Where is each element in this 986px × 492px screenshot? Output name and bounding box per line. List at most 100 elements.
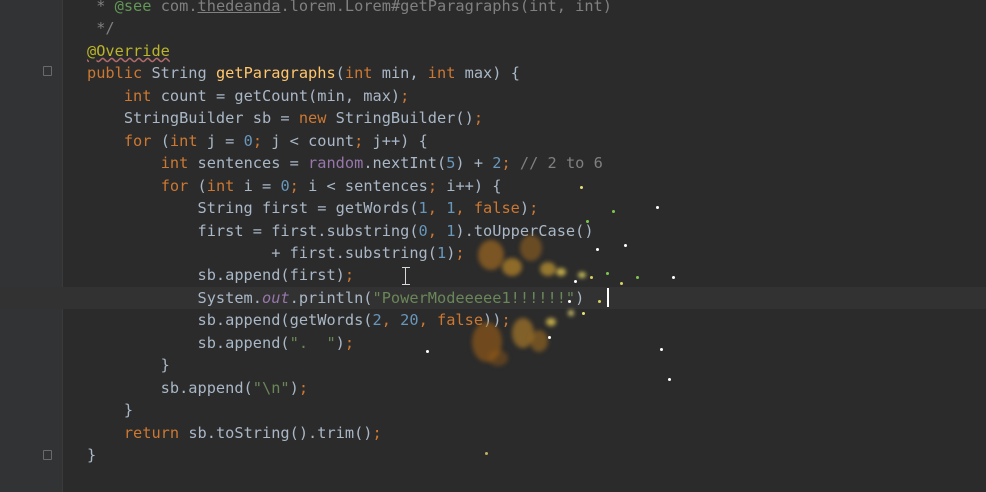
code-token: ;	[473, 109, 484, 128]
code-token: out	[261, 288, 290, 307]
code-line[interactable]: for (int j = 0; j < count; j++) {	[0, 130, 986, 152]
code-token: i =	[243, 176, 281, 195]
code-line[interactable]: @Override	[0, 40, 986, 62]
code-token: ;	[289, 176, 309, 195]
code-line[interactable]: */	[0, 17, 986, 39]
code-token: random	[308, 154, 364, 173]
code-token: .nextInt(	[363, 154, 447, 173]
code-line[interactable]: * @see com.thedeanda.lorem.Lorem#getPara…	[0, 0, 986, 17]
code-token: ;	[372, 423, 382, 442]
code-token: ;	[400, 86, 410, 105]
code-token: + first.substring(	[87, 243, 437, 262]
code-line[interactable]: }	[0, 354, 986, 376]
code-line[interactable]: public String getParagraphs(int min, int…	[0, 62, 986, 84]
code-token: sb.toString().trim()	[188, 423, 373, 442]
code-token: ;	[529, 199, 539, 218]
code-line[interactable]: int sentences = random.nextInt(5) + 2; /…	[0, 152, 986, 174]
code-token: i++) {	[446, 176, 502, 195]
mouse-ibeam-cursor-icon	[402, 266, 410, 286]
code-line[interactable]: String first = getWords(1, 1, false);	[0, 197, 986, 219]
code-token: false	[473, 199, 520, 218]
code-token: ,	[455, 199, 474, 218]
code-token: sb.append(getWords(	[87, 311, 373, 330]
code-token: )	[289, 378, 299, 397]
code-token: )	[335, 333, 345, 352]
code-token: return	[123, 423, 189, 442]
code-token: "\n"	[252, 378, 290, 397]
code-token: ;	[455, 243, 465, 262]
code-token: System.	[87, 288, 262, 307]
code-token: }	[87, 446, 97, 464]
code-token: */	[87, 19, 115, 38]
code-token: sentences =	[197, 154, 309, 173]
code-editor[interactable]: * @see com.thedeanda.lorem.Lorem#getPara…	[0, 0, 986, 492]
code-token: ;	[252, 131, 272, 150]
code-line[interactable]: }	[0, 399, 986, 421]
code-token: j =	[206, 131, 244, 150]
code-line[interactable]: sb.append(getWords(2, 20, false));	[0, 309, 986, 331]
code-token: ;	[427, 176, 447, 195]
code-token: sb.append(first)	[87, 266, 345, 285]
code-token: 0	[418, 221, 428, 240]
code-token: 0	[243, 131, 253, 150]
code-token: *	[87, 0, 115, 15]
code-token: thedeanda	[197, 0, 281, 15]
code-line[interactable]: first = first.substring(0, 1).toUpperCas…	[0, 220, 986, 242]
code-token: }	[87, 356, 170, 375]
code-token: ,	[381, 311, 401, 330]
code-line[interactable]: StringBuilder sb = new StringBuilder();	[0, 107, 986, 129]
text-caret	[607, 288, 609, 307]
code-token: StringBuilder sb =	[87, 109, 299, 128]
code-line[interactable]: int count = getCount(min, max);	[0, 85, 986, 107]
code-line[interactable]: return sb.toString().trim();	[0, 422, 986, 444]
code-token: }	[87, 401, 134, 420]
code-line[interactable]: + first.substring(1);	[0, 242, 986, 264]
code-token: String first = getWords(	[87, 199, 419, 218]
code-token: j++) {	[372, 131, 428, 150]
code-line[interactable]: System.out.println("PowerModeeeee1!!!!!!…	[0, 286, 986, 309]
code-token: @see	[114, 0, 152, 15]
code-token: ;	[501, 154, 520, 173]
code-token: ". "	[289, 333, 336, 352]
code-token: getParagraphs	[215, 64, 336, 83]
code-token: 1	[436, 243, 447, 262]
code-token: sb.append(	[87, 333, 290, 352]
code-token: .println(	[289, 288, 373, 307]
code-line[interactable]: sb.append(". ");	[0, 332, 986, 354]
code-token: 2	[372, 311, 382, 330]
code-token: new	[298, 109, 336, 128]
code-token: int	[169, 131, 207, 150]
code-line[interactable]: }	[0, 444, 986, 466]
code-token: int	[344, 64, 382, 83]
code-line[interactable]: sb.append(first);	[0, 264, 986, 286]
code-token: ))	[483, 311, 502, 330]
code-line[interactable]: for (int i = 0; i < sentences; i++) {	[0, 175, 986, 197]
code-token: (	[160, 131, 170, 150]
code-token: for	[160, 176, 198, 195]
code-token: sb.append(	[87, 378, 253, 397]
code-token: ;	[344, 266, 355, 285]
code-token: int	[206, 176, 244, 195]
code-token: (	[335, 64, 345, 83]
code-token: int	[427, 64, 465, 83]
code-token: ;	[298, 378, 309, 397]
code-token: int	[160, 154, 198, 173]
code-token: ;	[354, 131, 373, 150]
code-token: int	[123, 86, 161, 105]
code-token: false	[436, 311, 484, 330]
code-token: ;	[344, 333, 355, 352]
code-token: ,	[427, 199, 447, 218]
code-token: ) +	[455, 154, 493, 173]
code-token: com.	[151, 0, 198, 15]
code-token: @Override	[87, 41, 170, 60]
code-token: 0	[280, 176, 290, 195]
code-token: min,	[381, 64, 428, 83]
code-token: (	[197, 176, 207, 195]
code-token: // 2 to 6	[519, 154, 603, 173]
code-line[interactable]: sb.append("\n");	[0, 377, 986, 399]
code-token: 1	[418, 199, 428, 218]
code-token: ,	[418, 311, 437, 330]
code-token: )	[575, 288, 585, 307]
